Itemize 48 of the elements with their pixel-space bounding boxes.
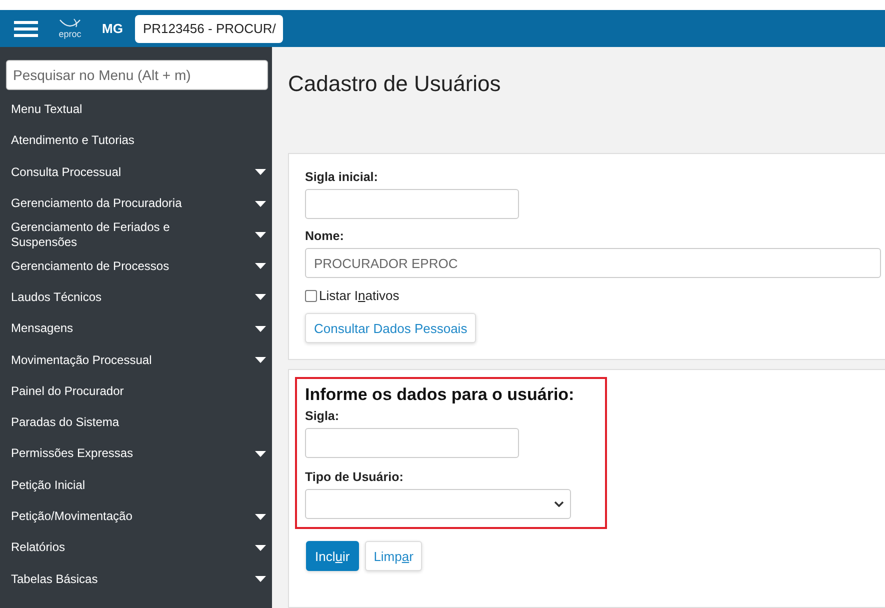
sidebar-item[interactable]: Mensagens bbox=[0, 313, 272, 344]
section-heading: Informe os dados para o usuário: bbox=[305, 385, 576, 405]
caret-icon bbox=[255, 514, 266, 520]
page-title: Cadastro de Usuários bbox=[288, 71, 502, 98]
sidebar-item[interactable]: Menu Textual bbox=[0, 94, 272, 126]
state-label: MG bbox=[102, 21, 123, 36]
caret-icon bbox=[255, 200, 266, 207]
caret-icon bbox=[255, 169, 266, 176]
sidebar-item[interactable]: Permissões Expressas bbox=[0, 438, 272, 470]
logo: eproc bbox=[50, 18, 90, 39]
sidebar-item[interactable]: Gerenciamento de Processos bbox=[0, 250, 272, 282]
sidebar-item[interactable]: Consulta Processual bbox=[0, 156, 272, 188]
sidebar-item[interactable]: Petição/Movimentação bbox=[0, 500, 272, 532]
caret-icon bbox=[255, 357, 266, 364]
sidebar-item[interactable]: Relatórios bbox=[0, 532, 272, 564]
field-label: Sigla inicial: bbox=[305, 170, 379, 184]
consult-button[interactable]: Consultar Dados Pessoais bbox=[305, 313, 476, 343]
user-type-select[interactable] bbox=[305, 489, 571, 519]
chevron-down-icon bbox=[554, 501, 564, 507]
sidebar-item[interactable]: Laudos Técnicos bbox=[0, 282, 272, 314]
caret-icon bbox=[255, 544, 266, 551]
checkbox[interactable] bbox=[305, 290, 317, 302]
field-label: Tipo de Usuário: bbox=[305, 470, 404, 484]
sidebar-item[interactable]: Petição Inicial bbox=[0, 470, 272, 501]
caret-icon bbox=[255, 294, 266, 300]
caret-icon bbox=[255, 576, 266, 582]
name-field[interactable]: PROCURADOR EPROC bbox=[305, 248, 881, 278]
include-button[interactable]: Incluir bbox=[306, 541, 359, 571]
checkbox-label: Listar Inativos bbox=[319, 288, 400, 303]
profile-select[interactable]: PR123456 - PROCUR/ bbox=[134, 14, 283, 42]
sidebar-item[interactable]: Painel do Procurador bbox=[0, 376, 272, 407]
sidebar-item[interactable]: Tabelas Básicas bbox=[0, 563, 272, 595]
caret-icon bbox=[255, 450, 266, 457]
initials-field[interactable] bbox=[305, 428, 519, 458]
initials-field[interactable] bbox=[305, 189, 519, 219]
sidebar-item[interactable]: Gerenciamento da Procuradoria bbox=[0, 188, 272, 220]
sidebar-item[interactable]: Paradas do Sistema bbox=[0, 406, 272, 438]
caret-icon bbox=[255, 232, 266, 238]
sidebar-item[interactable]: Atendimento e Tutorias bbox=[0, 125, 272, 157]
caret-icon bbox=[255, 263, 266, 270]
clear-button[interactable]: Limpar bbox=[364, 541, 422, 571]
menu-icon[interactable] bbox=[14, 20, 38, 36]
sidebar-item[interactable]: Movimentação Processual bbox=[0, 344, 272, 376]
field-label: Sigla: bbox=[305, 409, 340, 423]
caret-icon bbox=[255, 326, 266, 332]
field-label: Nome: bbox=[305, 229, 345, 243]
sidebar-item[interactable]: Gerenciamento de Feriados e Suspensões bbox=[0, 219, 272, 250]
menu-search-field[interactable]: Pesquisar no Menu (Alt + m) bbox=[6, 60, 268, 90]
